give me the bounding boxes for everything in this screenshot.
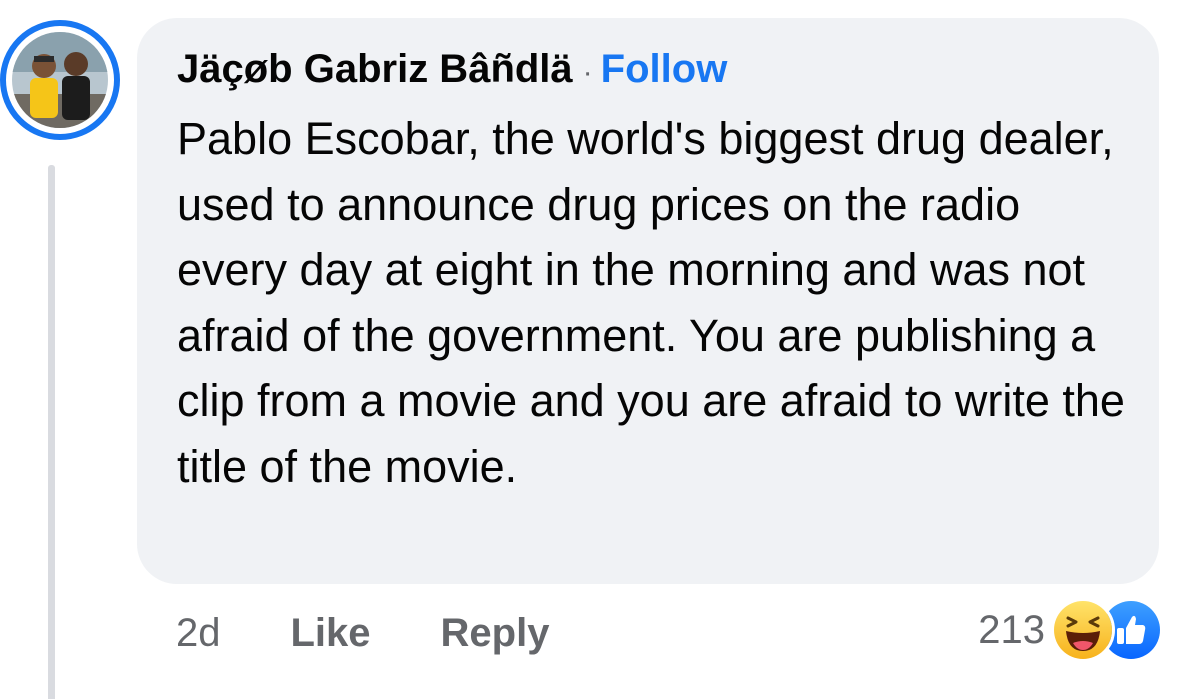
comment-text: Pablo Escobar, the world's biggest drug …	[177, 113, 1125, 492]
reactions-summary[interactable]: 213	[978, 598, 1163, 662]
avatar-ring[interactable]	[0, 20, 120, 140]
avatar[interactable]	[12, 32, 108, 128]
comment-thread: Jäçøb Gabriz Bâñdlä · Follow Pablo Escob…	[0, 0, 1200, 699]
thread-line	[48, 165, 55, 699]
separator-dot: ·	[582, 56, 593, 89]
comment-bubble: Jäçøb Gabriz Bâñdlä · Follow Pablo Escob…	[137, 18, 1159, 584]
reply-button[interactable]: Reply	[441, 611, 550, 656]
follow-button[interactable]: Follow	[601, 44, 728, 94]
author-name[interactable]: Jäçøb Gabriz Bâñdlä	[177, 44, 573, 94]
comment-actions: 2d Like Reply	[176, 603, 619, 663]
reaction-count: 213	[978, 607, 1045, 652]
comment-header: Jäçøb Gabriz Bâñdlä · Follow	[177, 44, 1119, 98]
avatar-image	[12, 32, 108, 128]
timestamp[interactable]: 2d	[176, 611, 221, 656]
haha-icon	[1051, 598, 1115, 662]
like-button[interactable]: Like	[291, 611, 371, 656]
